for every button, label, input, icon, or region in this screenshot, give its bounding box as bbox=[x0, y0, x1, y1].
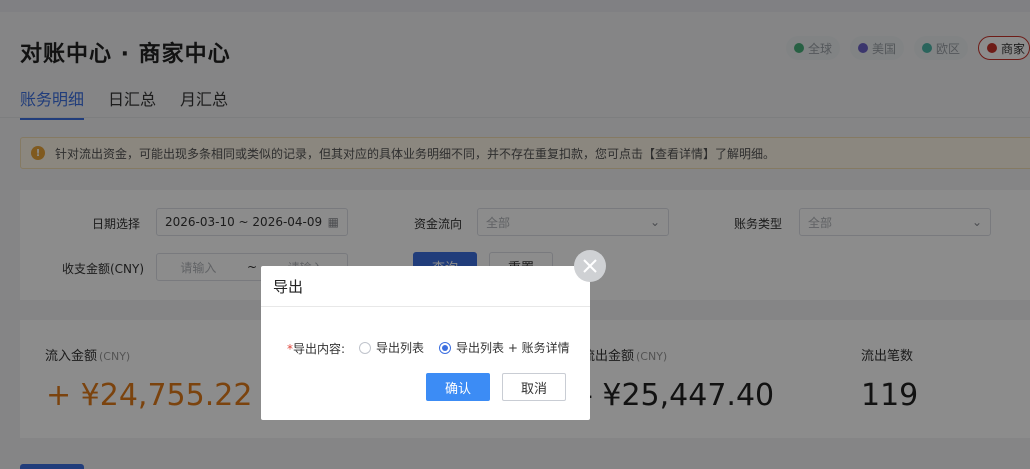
radio-label: 导出列表 bbox=[376, 341, 425, 355]
export-content-label: *导出内容: bbox=[287, 340, 345, 357]
radio-export-list[interactable]: 导出列表 bbox=[359, 339, 424, 356]
dialog-title: 导出 bbox=[273, 278, 304, 296]
close-icon[interactable] bbox=[574, 250, 606, 282]
close-x-glyph bbox=[583, 259, 597, 273]
export-content-label-text: 导出内容: bbox=[293, 342, 346, 356]
radio-icon bbox=[359, 341, 371, 354]
dialog-divider bbox=[261, 306, 590, 307]
confirm-button[interactable]: 确认 bbox=[426, 373, 490, 401]
radio-checked-icon bbox=[439, 341, 451, 354]
export-dialog: 导出 *导出内容: 导出列表 导出列表 + 账务详情 确认 取消 bbox=[261, 266, 590, 420]
radio-export-list-with-details[interactable]: 导出列表 + 账务详情 bbox=[439, 339, 570, 356]
cancel-button[interactable]: 取消 bbox=[502, 373, 566, 401]
radio-label: 导出列表 + 账务详情 bbox=[456, 341, 570, 355]
